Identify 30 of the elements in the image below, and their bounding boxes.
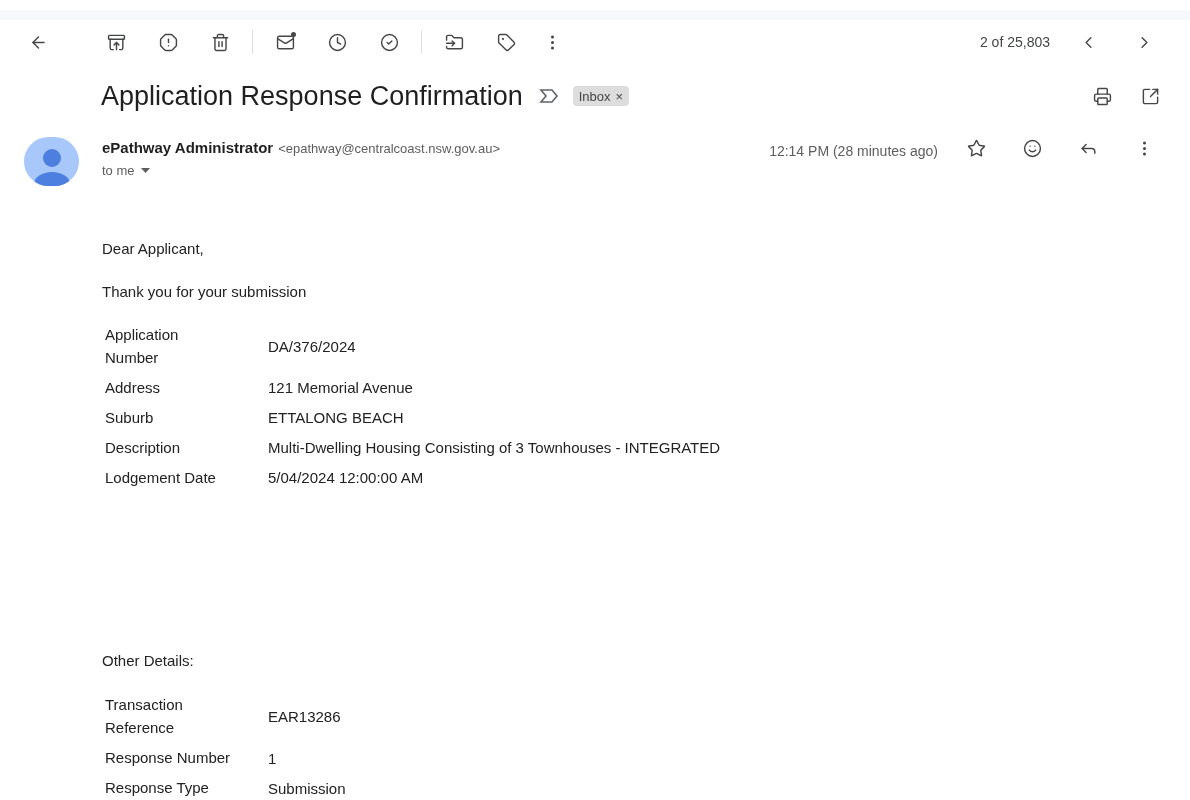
importance-marker-icon — [538, 89, 559, 104]
greeting-text: Dear Applicant, — [102, 238, 205, 259]
section-heading: Other Details: — [102, 650, 195, 671]
detail-value: ETTALONG BEACH — [268, 408, 404, 428]
detail-label: Response Type — [105, 778, 209, 798]
sender-email: <epathway@centralcoast.nsw.gov.au> — [278, 139, 500, 158]
sender-name: ePathway Administrator — [102, 137, 274, 158]
detail-label: Transaction Reference — [105, 695, 184, 738]
detail-value: Multi-Dwelling Housing Consisting of 3 Townhouses - INTEGRATED — [268, 438, 721, 458]
detail-label: Address — [105, 377, 161, 398]
detail-value: 1 — [268, 748, 277, 769]
detail-label: Application Number — [105, 324, 180, 368]
detail-value: EAR13286 — [268, 707, 341, 727]
recipient-dropdown[interactable]: to me — [102, 161, 500, 181]
detail-value: DA/376/2024 — [268, 336, 356, 357]
pager-count: 2 of 25,803 — [979, 32, 1050, 52]
avatar-icon — [24, 136, 79, 186]
detail-label: Suburb — [105, 407, 154, 428]
detail-label: Lodgement Date — [105, 467, 216, 488]
detail-value: Submission — [268, 778, 346, 799]
remove-label-button[interactable]: × — [615, 86, 624, 106]
email-subject: Application Response Confirmation — [101, 80, 523, 113]
label-text: Inbox — [578, 87, 611, 106]
detail-value: 5/04/2024 12:00:00 AM — [268, 468, 424, 488]
detail-value: 121 Memorial Avenue — [268, 378, 413, 398]
intro-text: Thank you for your submission — [102, 282, 308, 302]
detail-label: Description — [105, 437, 181, 458]
caret-icon — [140, 168, 150, 174]
detail-label: Response Number — [105, 748, 231, 768]
sent-time: 12:14 PM (28 minutes ago) — [769, 141, 938, 161]
